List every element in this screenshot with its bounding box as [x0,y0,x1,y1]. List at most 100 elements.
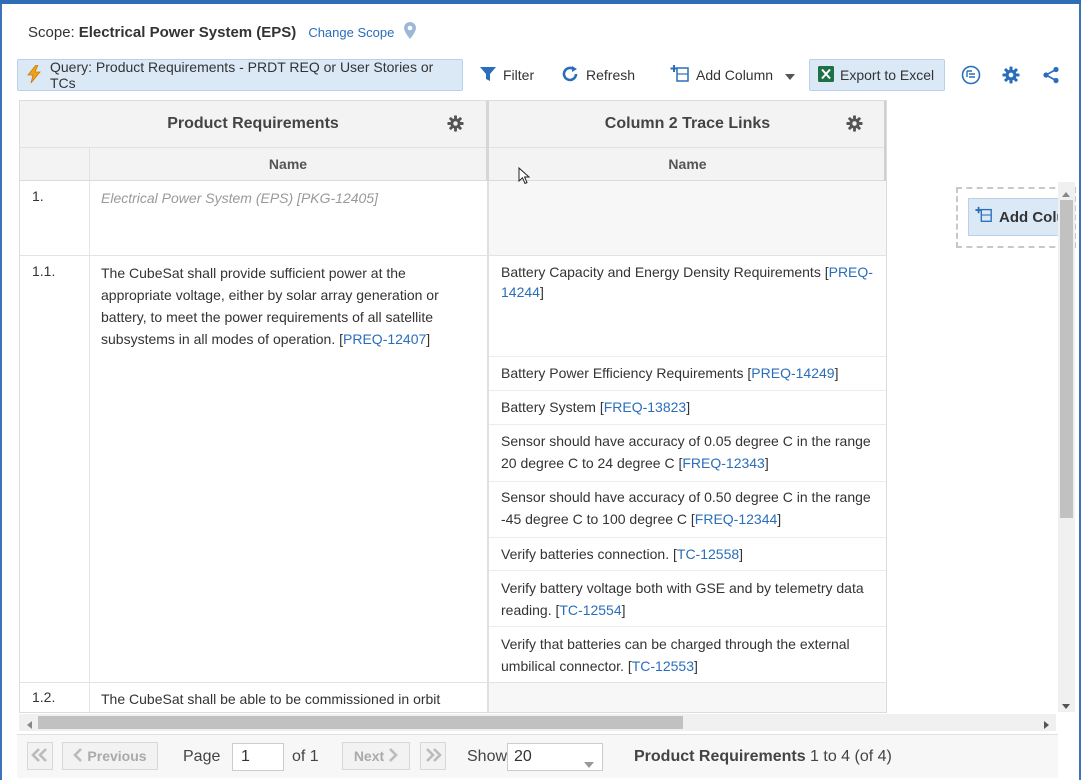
page-summary: Product Requirements 1 to 4 (of 4) [634,748,892,766]
chevron-down-icon [785,67,796,83]
add-column-icon [975,206,993,228]
col-header-product-requirements[interactable]: Product Requirements [20,101,486,148]
trace-text: Battery Capacity and Energy Density Requ… [501,264,825,280]
refresh-button[interactable]: Refresh [560,59,635,91]
right-column-edge [884,101,886,181]
trace-id-link[interactable]: TC-12558 [677,546,739,562]
export-excel-button[interactable]: Export to Excel [809,59,946,91]
add-column-button[interactable]: Add Column [670,59,796,91]
col2-title: Column 2 Trace Links [604,115,771,132]
scope-label: Scope: [28,23,75,41]
next-label: Next [353,748,385,764]
pagination-bar: Previous Page 1 of 1 Next Show 20 Produc… [17,734,1058,778]
trace-id-link[interactable]: FREQ-12343 [682,455,764,471]
trace-divider [489,537,886,538]
row2-name[interactable]: The CubeSat shall provide sufficient pow… [101,262,477,350]
trace-id-link[interactable]: TC-12554 [559,602,621,618]
filter-icon [479,66,497,85]
trace-id-link[interactable]: PREQ-14249 [751,365,834,381]
show-label: Show [467,748,508,765]
summary-entity: Product Requirements [634,748,806,765]
trace-link-item[interactable]: Battery Capacity and Energy Density Requ… [501,262,876,302]
row3-number: 1.2. [32,689,56,705]
query-label: Query: Product Requirements - PRDT REQ o… [50,59,434,91]
window-left-border [0,4,2,780]
mouse-cursor-icon [518,166,531,188]
requirements-grid: Product Requirements Column 2 Trace Link… [19,100,887,713]
query-button[interactable]: Query: Product Requirements - PRDT REQ o… [17,59,463,91]
col1-gear-icon[interactable] [447,115,465,133]
chevron-left-icon [73,747,83,766]
col1-name-header[interactable]: Name [89,148,486,181]
share-icon[interactable] [1040,64,1062,86]
col2-sub-label: Name [668,156,707,172]
scroll-up-arrow-icon[interactable] [1061,185,1071,201]
trace-divider [489,424,886,425]
col1-sub-label: Name [268,156,308,172]
trace-link-item[interactable]: Verify batteries connection. [TC-12558] [501,543,876,565]
trace-link-item[interactable]: Sensor should have accuracy of 0.50 degr… [501,486,876,530]
trace-text: Battery System [501,399,600,415]
previous-label: Previous [87,748,147,764]
col2-gear-icon[interactable] [846,115,864,133]
row1-trace-empty [489,181,886,255]
page-number-input[interactable]: 1 [232,743,284,771]
col-header-trace-links[interactable]: Column 2 Trace Links [489,101,886,148]
add-column-inline-label: Add Colu [999,208,1066,226]
refresh-icon [560,64,580,87]
trace-link-item[interactable]: Battery System [FREQ-13823] [501,396,876,418]
row2-number: 1.1. [32,263,56,279]
page-size-select[interactable]: 20 [507,743,603,771]
trace-id-link[interactable]: TC-12553 [632,658,694,674]
excel-icon [818,65,834,85]
select-chevron-down-icon [584,755,594,773]
double-chevron-right-icon [424,747,442,766]
trace-id-link[interactable]: FREQ-13823 [604,399,686,415]
page-size-value: 20 [514,748,532,765]
column-splitter[interactable] [486,101,489,181]
trace-divider [489,481,886,482]
chevron-right-icon [388,747,399,766]
trace-link-item[interactable]: Verify that batteries can be charged thr… [501,633,876,677]
trace-id-link[interactable]: FREQ-12344 [695,511,777,527]
map-pin-icon[interactable] [404,21,417,43]
row-divider [20,255,886,256]
first-page-button[interactable] [27,742,53,770]
trace-divider [489,356,886,357]
window-top-border [0,0,1081,4]
vertical-scroll-thumb[interactable] [1060,200,1073,518]
scope-value: Electrical Power System (EPS) [78,23,297,41]
page-of-label: of 1 [292,748,319,765]
col2-name-header[interactable]: Name [489,148,886,181]
add-column-icon [670,64,690,87]
add-column-inline-button[interactable]: Add Colu [968,198,1068,236]
trace-text: Verify battery voltage both with GSE and… [501,580,864,618]
col1-title: Product Requirements [167,115,339,132]
col-divider [487,181,489,712]
previous-page-button[interactable]: Previous [62,742,158,770]
scroll-down-arrow-icon[interactable] [1061,698,1071,714]
add-column-label: Add Column [696,67,774,83]
scroll-left-arrow-icon[interactable] [25,717,33,733]
scope-bar: Scope: Electrical Power System (EPS) Cha… [28,21,417,43]
trace-link-item[interactable]: Verify battery voltage both with GSE and… [501,577,876,621]
export-label: Export to Excel [840,67,935,83]
change-scope-link[interactable]: Change Scope [308,25,394,40]
trace-text: Sensor should have accuracy of 0.50 degr… [501,489,871,527]
next-page-button[interactable]: Next [342,742,410,770]
lightning-icon [26,64,42,86]
settings-gear-icon[interactable] [1000,64,1022,86]
last-page-button[interactable] [420,742,446,770]
filter-label: Filter [503,67,535,83]
trace-text: Battery Power Efficiency Requirements [501,365,748,381]
trace-link-item[interactable]: Sensor should have accuracy of 0.05 degr… [501,430,876,474]
row2-id-link[interactable]: PREQ-12407 [343,331,426,347]
grid-right-divider [886,181,887,713]
trace-link-item[interactable]: Battery Power Efficiency Requirements [P… [501,362,876,384]
row3-name[interactable]: The CubeSat shall be able to be commissi… [101,688,477,710]
scroll-right-arrow-icon[interactable] [1043,717,1051,733]
horizontal-scroll-thumb[interactable] [38,716,683,729]
row1-name[interactable]: Electrical Power System (EPS) [PKG-12405… [101,187,481,209]
layout-icon[interactable] [960,64,982,86]
filter-button[interactable]: Filter [479,59,534,91]
